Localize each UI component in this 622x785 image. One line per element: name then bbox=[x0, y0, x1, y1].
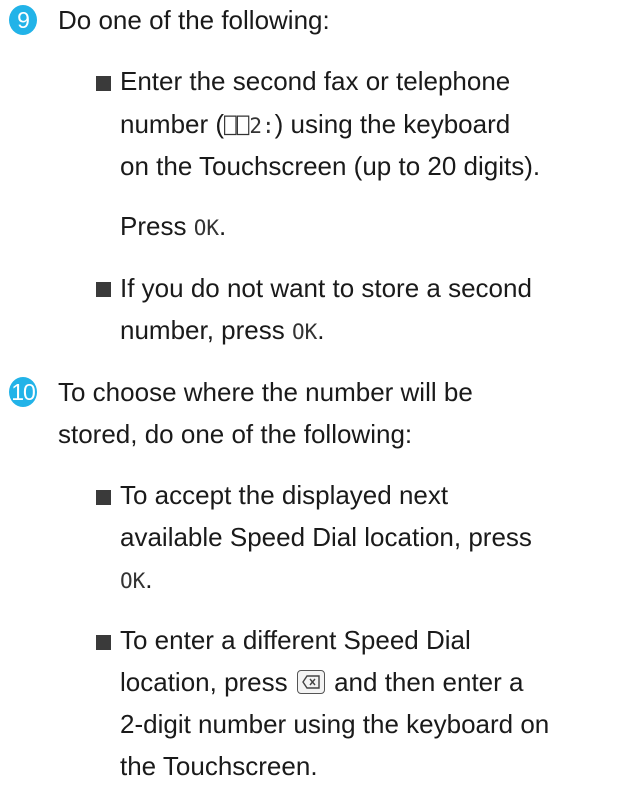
step-9-intro: Do one of the following: bbox=[58, 5, 330, 35]
backspace-icon bbox=[296, 670, 325, 695]
step-10-bullet-2-line-4: the Touchscreen. bbox=[120, 751, 318, 781]
step-10-bullet-1-line-3: OK. bbox=[120, 564, 153, 594]
step-10-intro-line-2: stored, do one of the following: bbox=[58, 419, 413, 449]
step-10-bullet-2-line-1: To enter a different Speed Dial bbox=[120, 625, 471, 655]
ok-key-label: OK bbox=[193, 216, 219, 240]
fax-number-glyph: ⎕⎕2: bbox=[224, 114, 275, 138]
bullet-marker bbox=[96, 76, 111, 91]
ok-key-label: OK bbox=[120, 569, 146, 593]
step-10-badge: 10 bbox=[9, 377, 37, 407]
bullet-marker bbox=[96, 635, 111, 650]
step-10-bullet-2-line-3: 2-digit number using the keyboard on bbox=[120, 709, 550, 739]
bullet-marker bbox=[96, 282, 111, 297]
step-9-bullet-1-line-2: number (⎕⎕2:) using the keyboard bbox=[120, 109, 511, 139]
step-10-bullet-1-line-1: To accept the displayed next bbox=[120, 480, 449, 510]
step-9-bullet-1-line-1: Enter the second fax or telephone bbox=[120, 66, 511, 96]
step-10-bullet-2-line-2: location, press and then enter a bbox=[120, 667, 524, 697]
bullet-marker bbox=[96, 490, 111, 505]
step-10-intro-line-1: To choose where the number will be bbox=[58, 377, 473, 407]
step-9-press-ok: Press OK. bbox=[120, 211, 227, 241]
step-9-bullet-2-line-1: If you do not want to store a second bbox=[120, 273, 532, 303]
step-9-badge: 9 bbox=[9, 5, 37, 35]
step-9-bullet-1-line-3: on the Touchscreen (up to 20 digits). bbox=[120, 151, 541, 181]
step-9-bullet-2-line-2: number, press OK. bbox=[120, 315, 325, 345]
ok-key-label: OK bbox=[291, 320, 318, 344]
step-10-bullet-1-line-2: available Speed Dial location, press bbox=[120, 522, 532, 552]
